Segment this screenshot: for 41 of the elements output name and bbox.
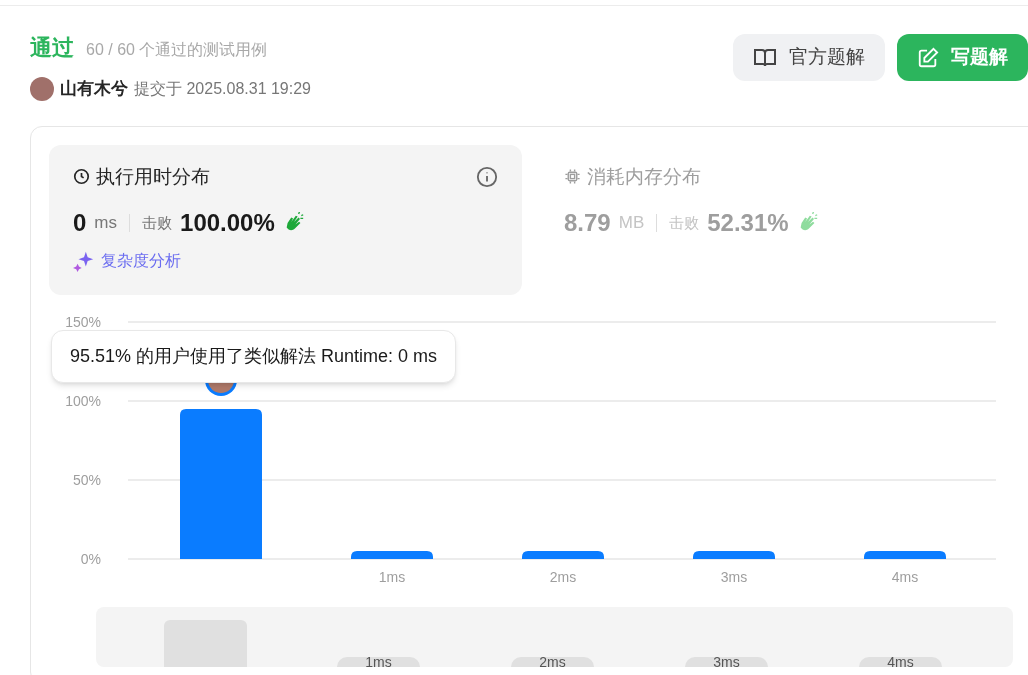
stat-unit: MB [618,212,645,235]
x-axis-label: 3ms [720,568,748,585]
beats-percent: 52.31% [707,208,789,238]
stat-panel[interactable]: 执行用时分布 0 ms 击败 100.00% 复杂度分析 [49,144,522,295]
sparkle-icon [73,250,95,272]
edit-icon [917,46,939,69]
runtime-bar[interactable] [351,550,433,559]
avatar[interactable] [30,76,54,101]
submitted-time: 提交于 2025.08.31 19:29 [134,78,311,99]
info-icon[interactable] [476,165,498,188]
cases-passed-text: 60 / 60 个通过的测试用例 [86,40,268,60]
brush-tick-label: 3ms [685,656,768,667]
complexity-analysis-link[interactable]: 复杂度分析 [101,249,181,273]
runtime-bar[interactable] [693,550,775,559]
stat-value: 0 [73,208,87,238]
runtime-bar[interactable] [522,550,604,559]
y-axis-label: 150% [65,313,101,330]
chart-tooltip: 95.51% 的用户使用了类似解法 Runtime: 0 ms [51,329,457,383]
official-solution-button[interactable]: 官方题解 [733,34,885,81]
y-axis-label: 0% [80,550,101,567]
beats-percent: 100.00% [180,208,275,238]
clock-icon [73,168,90,186]
chip-icon [564,168,581,186]
stat-value: 8.79 [564,208,611,238]
beats-label: 击败 [142,212,173,233]
status-label: 通过 [30,34,74,62]
beats-label: 击败 [669,212,700,233]
stat-title: 执行用时分布 [96,164,210,189]
x-axis-label: 1ms [378,568,406,585]
stat-unit: ms [94,212,118,235]
x-axis-label: 2ms [549,568,577,585]
y-axis-label: 50% [72,471,101,488]
username[interactable]: 山有木兮 [60,76,128,102]
brush-tick-label: 2ms [511,656,594,667]
runtime-bar[interactable] [864,550,946,559]
brush-tick-label: 1ms [337,656,420,667]
x-axis-label: 4ms [891,568,919,585]
y-axis-label: 100% [65,392,101,409]
brush-tick-label: 4ms [859,656,942,667]
stat-title: 消耗内存分布 [587,164,701,189]
chart-range-brush[interactable]: 1ms 2ms 3ms 4ms [96,606,1013,667]
